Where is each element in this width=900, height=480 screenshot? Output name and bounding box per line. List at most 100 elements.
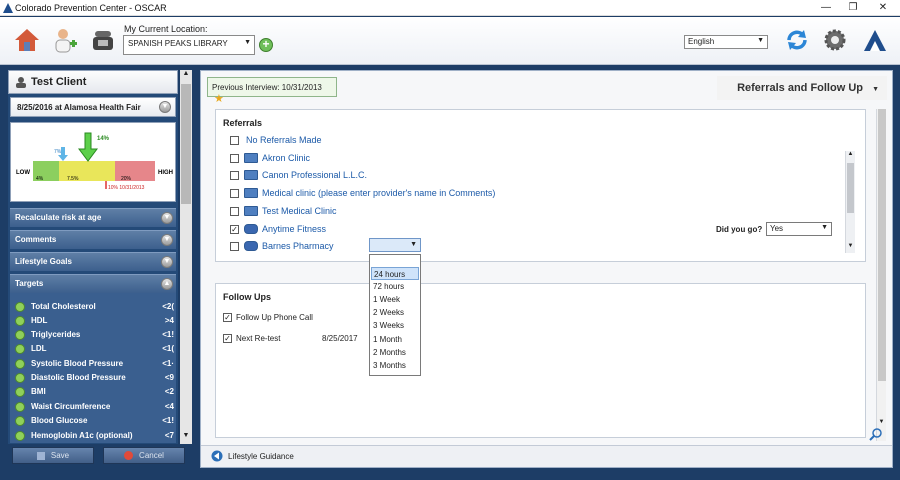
scroll-down-icon[interactable]: ▼: [181, 432, 191, 442]
section-lifestyle-goals[interactable]: Lifestyle Goals ▼: [10, 252, 176, 271]
scroll-up-icon[interactable]: ▲: [846, 151, 855, 157]
referrals-scrollbar[interactable]: ▲ ▼: [845, 151, 855, 253]
maximize-button[interactable]: ❐: [838, 1, 868, 15]
followup-interval-select[interactable]: ▼: [369, 238, 421, 252]
building-icon: [244, 153, 258, 163]
chevron-down-icon[interactable]: ▼: [161, 256, 173, 268]
retest-checkbox[interactable]: ✓: [223, 334, 232, 343]
target-row: Hemoglobin A1c (optional) <7: [10, 429, 176, 443]
chevron-down-icon: ▼: [244, 39, 251, 46]
target-check-icon: [15, 402, 25, 412]
option-2-months[interactable]: 2 Months: [371, 346, 419, 359]
chevron-down-icon[interactable]: ▼: [161, 212, 173, 224]
scroll-up-icon[interactable]: ▲: [181, 70, 191, 80]
refresh-icon[interactable]: [784, 27, 810, 53]
section-recalculate-risk[interactable]: Recalculate risk at age ▼: [10, 208, 176, 227]
referral-checkbox[interactable]: [230, 242, 239, 251]
client-name: Test Client: [31, 76, 87, 88]
scroll-down-icon[interactable]: ▼: [877, 419, 886, 425]
option-2-weeks[interactable]: 2 Weeks: [371, 306, 419, 319]
section-targets[interactable]: Targets ▲: [10, 274, 176, 293]
target-row: Diastolic Blood Pressure <9: [10, 371, 176, 385]
building-icon: [244, 188, 258, 198]
target-check-icon: [15, 344, 25, 354]
save-button[interactable]: Save: [12, 447, 94, 464]
main-content: Previous Interview: 10/31/2013 ★ Referra…: [200, 70, 893, 468]
referral-checkbox-checked[interactable]: ✓: [230, 225, 239, 234]
client-header: Test Client: [8, 70, 178, 94]
chevron-up-icon[interactable]: ▲: [161, 278, 173, 290]
option-3-months[interactable]: 3 Months: [371, 359, 419, 372]
option-24-hours[interactable]: 24 hours: [371, 267, 419, 280]
pill-icon: [244, 241, 258, 251]
zoom-icon[interactable]: [869, 427, 883, 441]
cancel-icon: [124, 451, 134, 461]
main-scrollbar[interactable]: ▼: [876, 109, 886, 441]
targets-list: Total Cholesterol <2( HDL >4 Triglycerides…: [10, 293, 176, 443]
language-select[interactable]: English ▼: [684, 35, 768, 49]
target-check-icon: [15, 431, 25, 441]
section-comments[interactable]: Comments ▼: [10, 230, 176, 249]
scroll-down-icon[interactable]: ▼: [846, 243, 855, 249]
target-check-icon: [15, 302, 25, 312]
gear-icon[interactable]: [822, 27, 848, 53]
scroll-thumb[interactable]: [878, 109, 886, 381]
visit-selector[interactable]: 8/25/2016 at Alamosa Health Fair ▼: [10, 97, 176, 117]
current-risk-value: 14%: [97, 136, 110, 142]
location-label: My Current Location:: [124, 24, 208, 34]
cancel-button[interactable]: Cancel: [103, 447, 185, 464]
chevron-down-icon[interactable]: ▼: [159, 101, 171, 113]
section-label: Targets: [15, 279, 44, 288]
target-check-icon: [15, 316, 25, 326]
option-72-hours[interactable]: 72 hours: [371, 280, 419, 293]
language-value: English: [688, 37, 715, 46]
home-icon[interactable]: [14, 27, 40, 53]
left-scrollbar[interactable]: ▲ ▼: [180, 70, 192, 444]
referral-checkbox[interactable]: [230, 171, 239, 180]
location-select[interactable]: SPANISH PEAKS LIBRARY ▼: [123, 35, 255, 55]
back-icon[interactable]: [211, 450, 223, 462]
current-risk-arrow: [78, 132, 98, 162]
previous-interview-badge[interactable]: Previous Interview: 10/31/2013 ★: [207, 77, 337, 105]
minimize-button[interactable]: —: [811, 1, 841, 15]
star-icon: ★: [214, 93, 224, 105]
target-check-icon: [15, 373, 25, 383]
page-title[interactable]: Referrals and Follow Up ▼: [717, 76, 887, 100]
add-location-button[interactable]: +: [259, 38, 273, 52]
phone-icon[interactable]: [90, 27, 116, 53]
target-check-icon: [15, 387, 25, 397]
client-panel: Test Client 8/25/2016 at Alamosa Health …: [8, 70, 178, 444]
target-check-icon: [15, 359, 25, 369]
referral-checkbox[interactable]: [230, 154, 239, 163]
scroll-thumb[interactable]: [181, 84, 191, 204]
section-label: Lifestyle Goals: [15, 257, 72, 266]
close-button[interactable]: ✕: [868, 1, 898, 15]
referral-checkbox[interactable]: [230, 207, 239, 216]
did-you-go-label: Did you go?: [716, 225, 763, 234]
option-1-month[interactable]: 1 Month: [371, 333, 419, 346]
phone-call-checkbox[interactable]: ✓: [223, 313, 232, 322]
segment-high-value: 20%: [121, 176, 132, 182]
target-row: Blood Glucose <1!: [10, 414, 176, 428]
low-label: LOW: [16, 170, 30, 176]
chevron-down-icon[interactable]: ▼: [161, 234, 173, 246]
referral-checkbox[interactable]: [230, 189, 239, 198]
option-1-week[interactable]: 1 Week: [371, 293, 419, 306]
risk-bar-chart: LOW HIGH 14% 7% 4% 7.5% 20% 10% 10/31/20…: [16, 132, 173, 191]
chevron-down-icon: ▼: [872, 86, 879, 93]
followup-interval-options: 24 hours 72 hours 1 Week 2 Weeks 3 Weeks…: [369, 254, 421, 376]
retest-label: Next Re-test: [236, 334, 281, 343]
window-title: Colorado Prevention Center - OSCAR: [15, 3, 167, 13]
target-check-icon: [15, 330, 25, 340]
referral-checkbox[interactable]: [230, 136, 239, 145]
lifestyle-guidance-link[interactable]: Lifestyle Guidance: [228, 452, 294, 461]
did-you-go-select[interactable]: Yes ▼: [766, 222, 832, 236]
app-logo-icon: [3, 3, 13, 13]
cpc-logo-icon: [864, 30, 886, 51]
option-3-weeks[interactable]: 3 Weeks: [371, 319, 419, 332]
target-row: Total Cholesterol <2(: [10, 300, 176, 314]
target-row: HDL >4: [10, 314, 176, 328]
add-client-icon[interactable]: [52, 27, 78, 53]
referrals-section: Referrals No Referrals Made Akron Clinic…: [215, 109, 866, 262]
scroll-thumb[interactable]: [847, 163, 854, 213]
